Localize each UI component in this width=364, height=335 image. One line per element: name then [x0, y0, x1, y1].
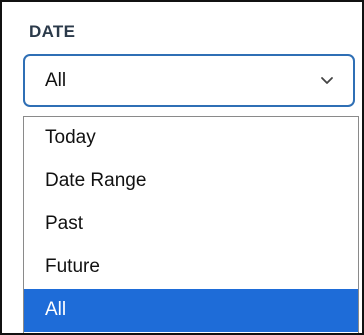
option-label: Future [45, 256, 100, 277]
option-label: Today [45, 127, 96, 148]
date-select-value: All [45, 70, 67, 91]
option-label: Date Range [45, 170, 147, 191]
option-today[interactable]: Today [24, 117, 358, 160]
date-select[interactable]: All [23, 54, 355, 107]
option-label: All [45, 299, 67, 320]
chevron-down-icon [321, 77, 333, 84]
option-all[interactable]: All [24, 289, 358, 332]
date-filter-panel: DATE All Today Date Range Past Future Al… [0, 0, 364, 335]
date-filter-label: DATE [29, 22, 76, 41]
option-date-range[interactable]: Date Range [24, 160, 358, 203]
option-past[interactable]: Past [24, 203, 358, 246]
date-options-list: Today Date Range Past Future All [23, 116, 359, 333]
option-future[interactable]: Future [24, 246, 358, 289]
option-label: Past [45, 213, 84, 234]
